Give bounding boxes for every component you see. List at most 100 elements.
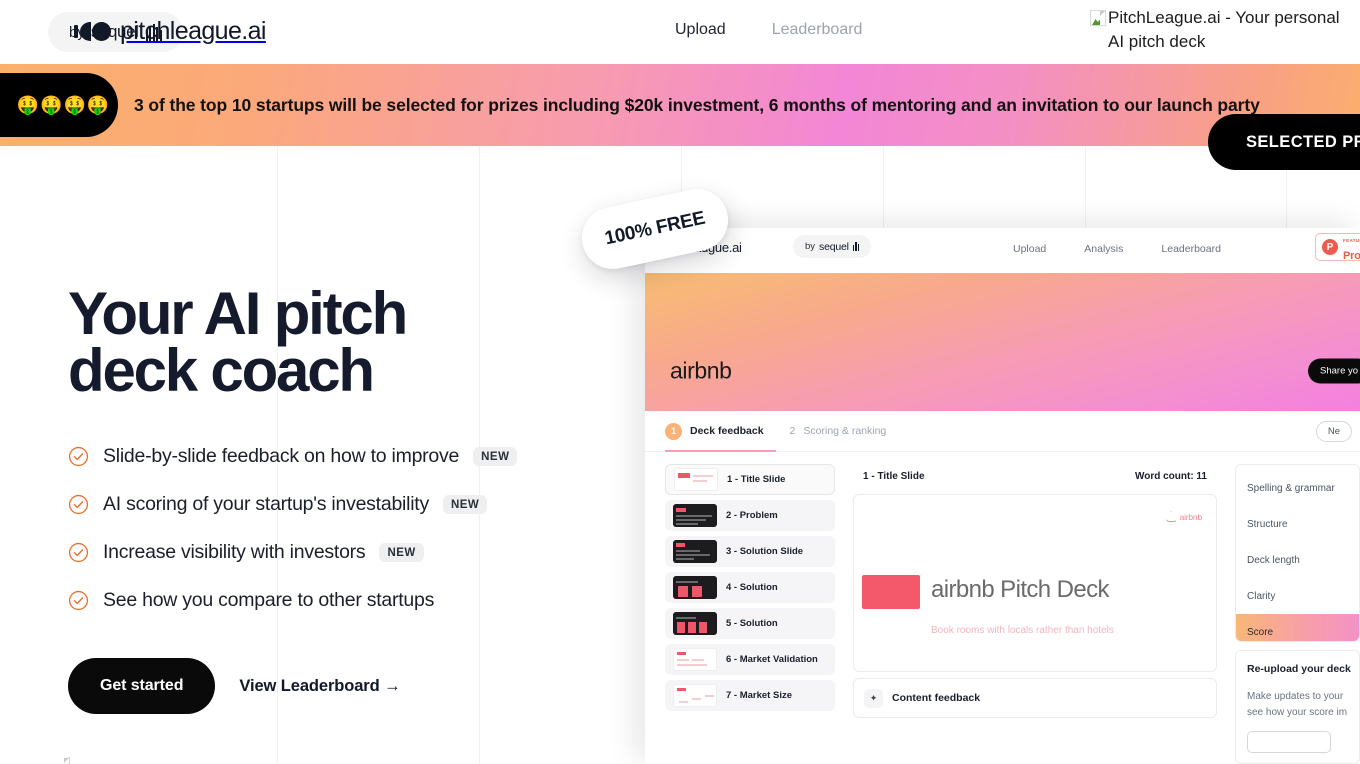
app-preview-navbar: ..leaugue.ai by sequel Upload Analysis L… [645, 228, 1360, 273]
slide-name: 4 - Solution [726, 582, 778, 593]
tab-scoring-ranking[interactable]: 2 Scoring & ranking [764, 411, 887, 452]
main-nav-links: Upload Leaderboard [675, 21, 862, 39]
money-face-emoji: 🤑 [86, 95, 110, 115]
product-hunt-line-1: FEATURED ON [1343, 238, 1360, 244]
view-leaderboard-link[interactable]: View Leaderboard → [239, 677, 400, 696]
share-button[interactable]: Share yo [1308, 358, 1360, 384]
slide-list-item[interactable]: 1 - Title Slide [665, 464, 835, 495]
hero-broken-image-placeholder [68, 757, 70, 764]
get-started-button[interactable]: Get started [68, 658, 216, 714]
list-item: AI scoring of your startup's investabili… [68, 493, 628, 516]
list-item: Increase visibility with investors NEW [68, 541, 628, 564]
list-item: See how you compare to other startups [68, 589, 628, 612]
brand-name: pitchleague.ai [120, 17, 266, 45]
hero-title-line-2: deck coach [68, 337, 375, 404]
slide-name: 5 - Solution [726, 618, 778, 629]
score-sidebar: Spelling & grammar Structure Deck length… [1235, 464, 1360, 764]
feature-text: See how you compare to other startups [103, 589, 435, 611]
money-face-emoji: 🤑 [40, 95, 63, 115]
nav-item-upload[interactable]: Upload [675, 21, 726, 39]
sparkle-icon: ✦ [864, 688, 883, 708]
app-deck-hero: airbnb Share yo [645, 273, 1360, 411]
app-by-sequel-badge[interactable]: by sequel [793, 235, 872, 258]
tab-label: Scoring & ranking [803, 425, 887, 437]
promo-banner-text: 3 of the top 10 startups will be selecte… [134, 94, 1260, 115]
feature-text: Slide-by-slide feedback on how to improv… [103, 445, 460, 467]
slide-list-item[interactable]: 6 - Market Validation [665, 644, 835, 675]
slide-thumbnail [673, 504, 717, 527]
money-face-emoji: 🤑 [16, 95, 40, 115]
feature-text: Increase visibility with investors [103, 541, 366, 563]
word-count: Word count: 11 [1134, 470, 1207, 482]
list-item: Slide-by-slide feedback on how to improv… [68, 445, 628, 468]
step-number: 2 [789, 425, 796, 437]
broken-image-icon [1090, 10, 1106, 26]
new-badge: NEW [379, 543, 424, 562]
score-row-score[interactable]: Score [1236, 614, 1359, 641]
reupload-button[interactable] [1247, 731, 1331, 753]
slide-list-item[interactable]: 4 - Solution [665, 572, 835, 603]
product-hunt-badge[interactable]: P FEATURED ON Pro [1315, 233, 1360, 262]
page-title: Your AI pitch deck coach [68, 284, 628, 401]
app-preview-screenshot: ..leaugue.ai by sequel Upload Analysis L… [645, 228, 1360, 764]
cta-row: Get started View Leaderboard → [68, 658, 628, 714]
new-badge: NEW [442, 495, 488, 514]
hero-copy: Your AI pitch deck coach Slide-by-slide … [68, 284, 628, 714]
money-face-emoji: 🤑 [63, 95, 86, 115]
feature-list: Slide-by-slide feedback on how to improv… [68, 445, 628, 612]
slide-detail-title: 1 - Title Slide [863, 470, 925, 482]
check-circle-icon [68, 542, 89, 563]
slide-list-item[interactable]: 2 - Problem [665, 500, 835, 531]
slide-list-item[interactable]: 7 - Market Size [665, 680, 835, 711]
tab-label: Deck feedback [690, 425, 764, 437]
slide-detail-header: 1 - Title Slide Word count: 11 [853, 464, 1217, 488]
slide-list: 1 - Title Slide 2 - Problem 3 - Solution… [665, 464, 835, 764]
check-circle-icon [68, 446, 89, 467]
new-deck-button[interactable]: Ne [1315, 421, 1352, 442]
app-nav-item-upload[interactable]: Upload [1013, 243, 1046, 255]
slide-detail-pane: 1 - Title Slide Word count: 11 airbnb ai… [853, 464, 1217, 764]
slide-list-item[interactable]: 3 - Solution Slide [665, 536, 835, 567]
airbnb-logo-label: airbnb [1179, 511, 1203, 522]
selected-prizes-button[interactable]: SELECTED PRIZES [1208, 114, 1360, 170]
app-body: 1 Deck feedback 2 Scoring & ranking Ne 1… [645, 411, 1360, 764]
airbnb-logo-icon: airbnb [1165, 511, 1203, 522]
site-logo-link[interactable]: pitchleague.ai [74, 17, 266, 46]
new-badge: NEW [473, 447, 518, 466]
slide-thumbnail [674, 468, 718, 491]
score-row-structure[interactable]: Structure [1236, 506, 1359, 542]
free-badge-label: 100% FREE [602, 207, 707, 250]
app-nav-item-leaderboard[interactable]: Leaderboard [1161, 243, 1221, 255]
page-root: pitchleague.ai by sequel Upload Leaderbo… [0, 0, 1360, 764]
score-row-deck-length[interactable]: Deck length [1236, 542, 1359, 578]
score-row-spelling-grammar[interactable]: Spelling & grammar [1236, 470, 1359, 506]
check-circle-icon [68, 494, 89, 515]
deck-title: airbnb [670, 357, 732, 384]
nav-item-leaderboard[interactable]: Leaderboard [772, 21, 863, 39]
app-nav-links: Upload Analysis Leaderboard [1013, 243, 1221, 255]
promo-banner: 🤑 🤑 🤑 🤑 3 of the top 10 startups will be… [0, 64, 1360, 170]
slide-thumbnail [673, 684, 717, 707]
feature-text: AI scoring of your startup's investabili… [103, 493, 429, 515]
content-feedback-card[interactable]: ✦ Content feedback [853, 678, 1217, 718]
slide-canvas-subtitle: Book rooms with locals rather than hotel… [931, 625, 1114, 636]
reupload-description: Make updates to your see how your score … [1247, 691, 1348, 718]
slide-name: 6 - Market Validation [726, 654, 818, 665]
app-nav-item-analysis[interactable]: Analysis [1084, 243, 1123, 255]
slide-name: 1 - Title Slide [727, 474, 786, 485]
slide-thumbnail [673, 612, 717, 635]
score-row-clarity[interactable]: Clarity [1236, 578, 1359, 614]
slide-list-item[interactable]: 5 - Solution [665, 608, 835, 639]
slide-accent-block [862, 575, 920, 609]
app-by-label: by [805, 241, 816, 252]
app-sequel-bars-icon [852, 242, 860, 251]
tab-deck-feedback[interactable]: 1 Deck feedback [665, 411, 776, 452]
slide-thumbnail [673, 648, 717, 671]
pitchleague-logo-icon [74, 22, 111, 41]
slide-canvas: airbnb airbnb Pitch Deck Book rooms with… [853, 494, 1217, 672]
app-sequel-label: sequel [819, 240, 849, 253]
check-circle-icon [68, 590, 89, 611]
promo-emoji-group: 🤑 🤑 🤑 🤑 [0, 73, 118, 137]
product-hunt-line-2: Pro [1343, 250, 1360, 262]
slide-name: 3 - Solution Slide [726, 546, 804, 557]
